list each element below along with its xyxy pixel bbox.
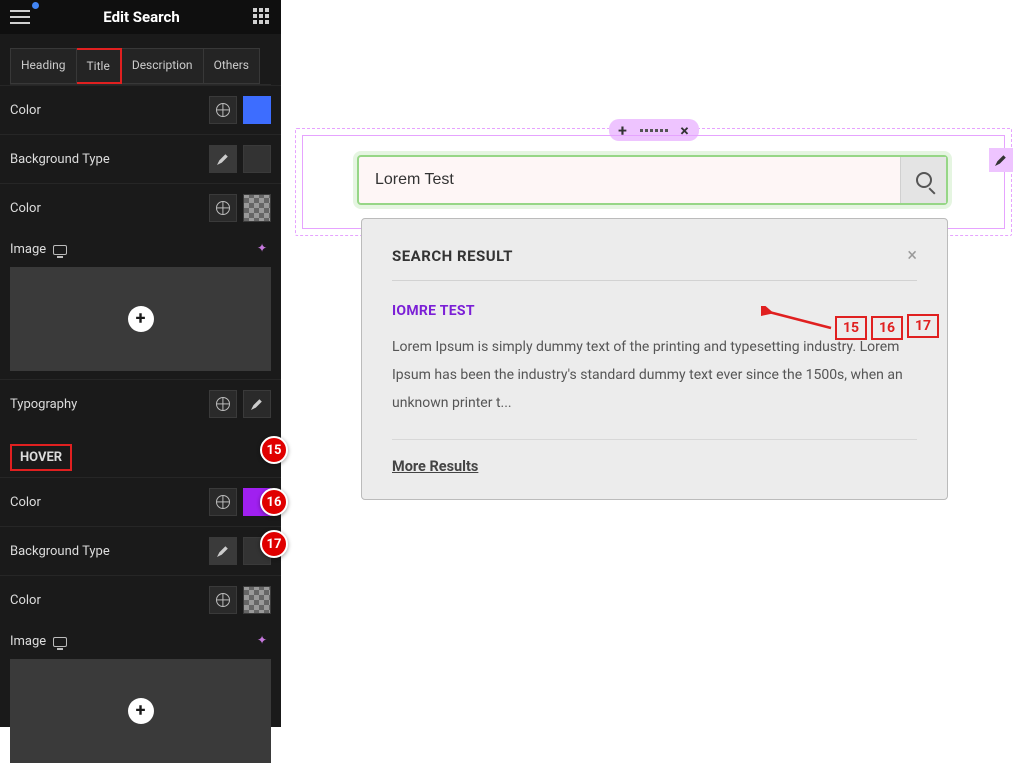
bg-type-gradient[interactable]: [243, 145, 271, 173]
search-results-panel: SEARCH RESULT × IOMRE TEST Lorem Ipsum i…: [361, 218, 948, 500]
label-color: Color: [10, 103, 41, 118]
brush-icon: [217, 153, 229, 165]
section-hover-heading: HOVER: [0, 428, 281, 477]
result-item: IOMRE TEST Lorem Ipsum is simply dummy t…: [392, 281, 917, 440]
label-image: Image: [10, 242, 67, 257]
globe-icon: [216, 397, 230, 411]
responsive-icon[interactable]: [53, 245, 67, 255]
menu-icon[interactable]: [10, 10, 30, 24]
style-tabs: Heading Title Description Others: [10, 48, 271, 85]
brush-icon: [217, 545, 229, 557]
row-hover-bg-type: Background Type: [0, 526, 281, 575]
hover-label: HOVER: [10, 444, 72, 471]
hover-color-global[interactable]: [209, 488, 237, 516]
label-bg-type: Background Type: [10, 152, 110, 167]
tab-others[interactable]: Others: [204, 48, 260, 84]
row-image: Image: [0, 232, 281, 261]
row-bg-type: Background Type: [0, 134, 281, 183]
hover-color-swatch[interactable]: [243, 488, 271, 516]
tab-title[interactable]: Title: [77, 48, 122, 84]
search-icon: [916, 172, 932, 188]
search-widget: [357, 155, 948, 205]
edit-widget-button[interactable]: [989, 148, 1013, 172]
label-hover-image: Image: [10, 634, 67, 649]
unsaved-indicator-dot: [32, 2, 39, 9]
row-color: Color: [0, 85, 281, 134]
label-hover-color: Color: [10, 495, 41, 510]
close-results-button[interactable]: ×: [907, 245, 917, 266]
more-results-link[interactable]: More Results: [392, 440, 917, 475]
row-hover-bg-color: Color: [0, 575, 281, 624]
hover-bg-global[interactable]: [209, 586, 237, 614]
globe-icon: [216, 495, 230, 509]
label-hover-bg-type: Background Type: [10, 544, 110, 559]
typography-edit[interactable]: [243, 390, 271, 418]
globe-icon: [216, 201, 230, 215]
bg-color-swatch[interactable]: [243, 194, 271, 222]
search-submit-button[interactable]: [900, 157, 946, 203]
result-excerpt: Lorem Ipsum is simply dummy text of the …: [392, 333, 917, 417]
responsive-icon[interactable]: [53, 637, 67, 647]
panel-title: Edit Search: [103, 8, 179, 26]
search-input[interactable]: [359, 157, 900, 203]
pencil-icon: [995, 154, 1007, 166]
apps-grid-icon[interactable]: [253, 8, 271, 26]
row-hover-color: Color: [0, 477, 281, 526]
tab-description[interactable]: Description: [122, 48, 204, 84]
color-swatch[interactable]: [243, 96, 271, 124]
plus-icon: +: [128, 698, 154, 724]
row-bg-color: Color: [0, 183, 281, 232]
globe-icon: [216, 593, 230, 607]
pencil-icon: [251, 398, 263, 410]
plus-icon: +: [128, 306, 154, 332]
label-bg-color: Color: [10, 201, 41, 216]
typography-global[interactable]: [209, 390, 237, 418]
editor-sidebar: Edit Search Heading Title Description Ot…: [0, 0, 281, 727]
dynamic-tag-icon[interactable]: [257, 243, 271, 257]
bg-type-classic[interactable]: [209, 145, 237, 173]
hover-image-dropzone[interactable]: +: [10, 659, 271, 763]
hover-bg-type-gradient[interactable]: [243, 537, 271, 565]
dynamic-tag-icon[interactable]: [257, 635, 271, 649]
tab-heading[interactable]: Heading: [10, 48, 77, 84]
result-title[interactable]: IOMRE TEST: [392, 303, 917, 319]
label-typography: Typography: [10, 397, 77, 412]
sidebar-header: Edit Search: [0, 0, 281, 34]
row-hover-image: Image: [0, 624, 281, 653]
label-hover-bg-color: Color: [10, 593, 41, 608]
hover-bg-type-classic[interactable]: [209, 537, 237, 565]
global-toggle[interactable]: [209, 96, 237, 124]
results-heading: SEARCH RESULT: [392, 247, 513, 265]
hover-bg-swatch[interactable]: [243, 586, 271, 614]
image-dropzone[interactable]: +: [10, 267, 271, 371]
global-toggle-bg[interactable]: [209, 194, 237, 222]
globe-icon: [216, 103, 230, 117]
row-typography: Typography: [0, 379, 281, 428]
preview-canvas: + × SEARCH RESULT × IOMRE TEST Lorem Ips…: [281, 0, 1024, 727]
